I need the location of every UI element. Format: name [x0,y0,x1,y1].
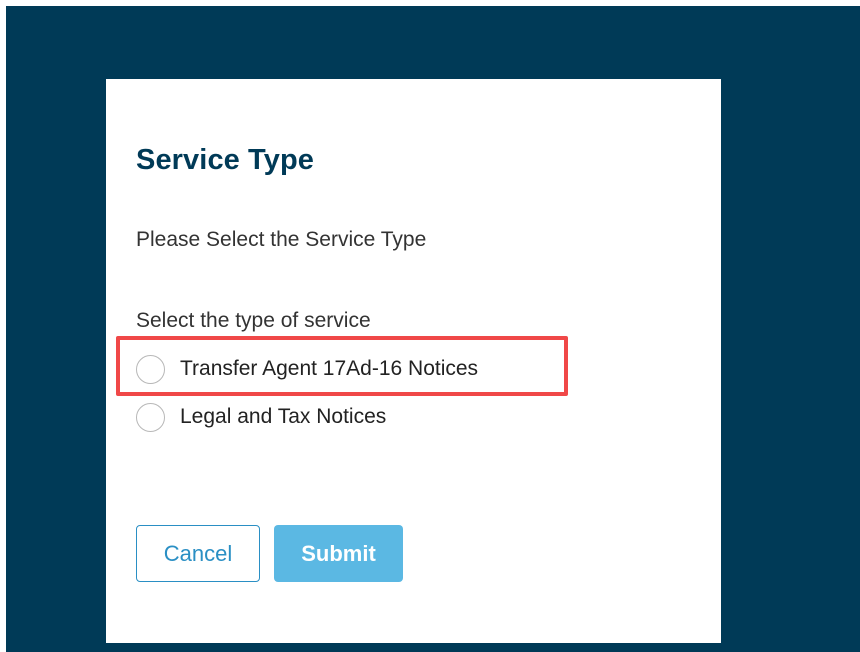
cancel-button[interactable]: Cancel [136,525,260,582]
service-type-dialog: Service Type Please Select the Service T… [106,79,721,643]
radio-option-label: Transfer Agent 17Ad-16 Notices [180,357,479,380]
radio-button-icon[interactable] [136,354,165,384]
dialog-subtitle: Please Select the Service Type [136,228,427,251]
submit-button[interactable]: Submit [274,525,403,582]
radio-option-label: Legal and Tax Notices [180,405,387,428]
radio-option-transfer-agent[interactable]: Transfer Agent 17Ad-16 Notices [136,352,478,386]
radio-option-legal-tax[interactable]: Legal and Tax Notices [136,400,386,434]
dialog-title: Service Type [136,144,314,176]
service-type-group-label: Select the type of service [136,309,371,332]
radio-button-icon[interactable] [136,402,165,432]
